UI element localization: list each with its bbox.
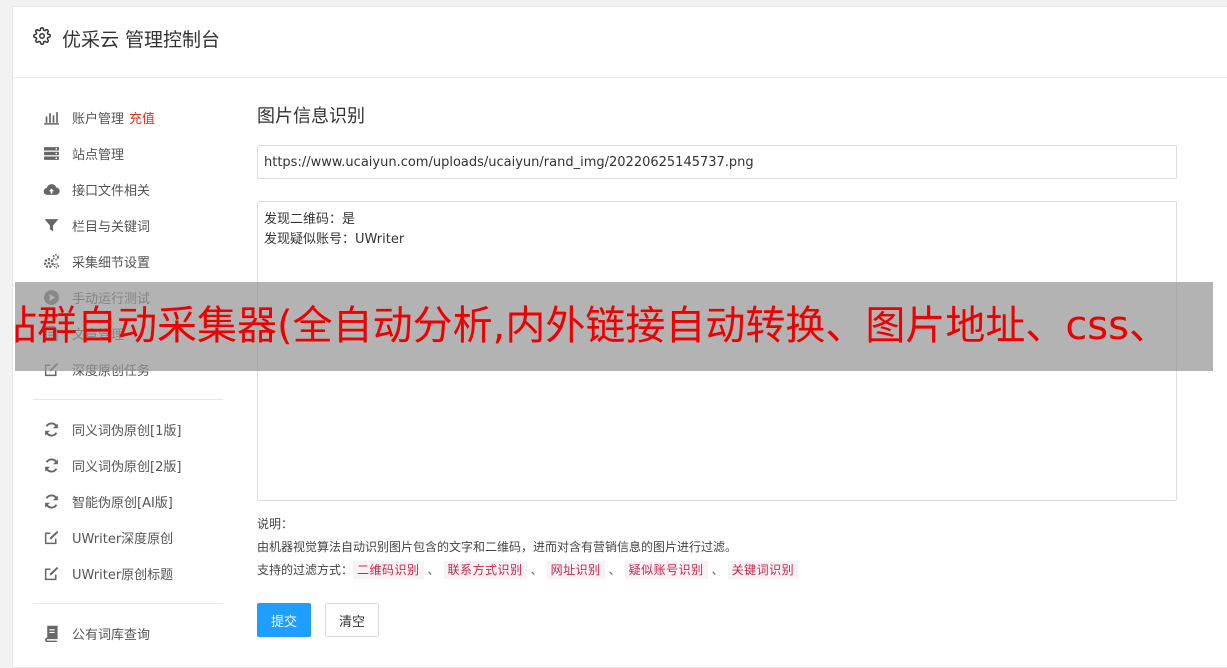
filter-tag: 疑似账号识别: [624, 561, 708, 579]
edit-icon: [43, 565, 60, 582]
sidebar-item-label: 智能伪原创[AI版]: [72, 495, 173, 511]
watermark-banner-text: 站群自动采集器(全自动分析,内外链接自动转换、图片地址、css、: [15, 303, 1169, 349]
clear-button[interactable]: 清空: [325, 603, 380, 637]
recharge-link[interactable]: 充值: [129, 108, 155, 127]
sidebar-divider: [33, 399, 223, 400]
console-header: 优采云 管理控制台: [13, 7, 1227, 78]
sidebar-divider: [33, 603, 223, 604]
tag-separator: 、: [427, 563, 440, 577]
refresh-icon: [43, 457, 60, 474]
description: 说明： 由机器视觉算法自动识别图片包含的文字和二维码，进而对含有营销信息的图片进…: [257, 513, 1177, 582]
tag-separator: 、: [530, 563, 543, 577]
cloud-upload-icon: [43, 181, 60, 198]
description-label: 说明：: [257, 517, 294, 531]
sidebar-item-label: 采集细节设置: [72, 255, 151, 271]
sidebar-item[interactable]: UWriter深度原创: [33, 519, 223, 555]
main-panel: 图片信息识别 发现二维码：是 发现疑似账号：UWriter 说明： 由机器视觉算…: [257, 105, 1177, 637]
sidebar-item-label: 站点管理: [72, 147, 125, 163]
filter-methods: 支持的过滤方式： 二维码识别、联系方式识别、网址识别、疑似账号识别、关键词识别: [257, 559, 1177, 582]
sidebar-item[interactable]: 智能伪原创[AI版]: [33, 483, 223, 519]
edit-icon: [43, 529, 60, 546]
bar-chart-icon: [43, 109, 60, 126]
filter-tag: 关键词识别: [727, 561, 799, 579]
sidebar-item-label: 同义词伪原创[2版]: [72, 459, 182, 475]
gear-icon: [33, 27, 51, 45]
sidebar-item-label: 栏目与关键词: [72, 219, 151, 235]
sidebar-item[interactable]: 栏目与关键词: [33, 207, 223, 243]
watermark-banner: 站群自动采集器(全自动分析,内外链接自动转换、图片地址、css、: [15, 282, 1213, 371]
filter-label: 支持的过滤方式：: [257, 563, 354, 577]
server-icon: [43, 145, 60, 162]
sidebar-item-label: UWriter深度原创: [72, 531, 174, 547]
sidebar-item[interactable]: 接口文件相关: [33, 171, 223, 207]
sidebar-item-label: 账户管理: [72, 111, 125, 127]
sidebar-item[interactable]: 同义词伪原创[2版]: [33, 447, 223, 483]
sidebar-item-label: 同义词伪原创[1版]: [72, 423, 182, 439]
filter-tag-list: 二维码识别、联系方式识别、网址识别、疑似账号识别、关键词识别: [353, 561, 799, 579]
filter-icon: [43, 217, 60, 234]
sidebar-item[interactable]: 采集细节设置: [33, 243, 223, 279]
sidebar-item[interactable]: 同义词伪原创[1版]: [33, 411, 223, 447]
book-icon: [43, 625, 60, 642]
sidebar-item-label: UWriter原创标题: [72, 567, 174, 583]
sidebar-item-label: 接口文件相关: [72, 183, 151, 199]
tag-separator: 、: [711, 563, 724, 577]
section-title: 图片信息识别: [257, 106, 365, 127]
description-text: 由机器视觉算法自动识别图片包含的文字和二维码，进而对含有营销信息的图片进行过滤。: [257, 540, 738, 554]
sidebar-item[interactable]: UWriter原创标题: [33, 555, 223, 591]
filter-tag: 网址识别: [546, 561, 605, 579]
sidebar-item[interactable]: 公有词库查询: [33, 615, 223, 651]
page-title: 优采云 管理控制台: [62, 29, 221, 51]
button-row: 提交 清空: [257, 603, 1177, 637]
sidebar-item[interactable]: 站点管理: [33, 135, 223, 171]
sidebar: 账户管理充值站点管理接口文件相关栏目与关键词采集细节设置手动运行测试文章管理深度…: [33, 99, 223, 651]
refresh-icon: [43, 493, 60, 510]
tag-separator: 、: [608, 563, 621, 577]
filter-tag: 联系方式识别: [443, 561, 527, 579]
image-url-input[interactable]: [257, 145, 1177, 179]
submit-button[interactable]: 提交: [257, 603, 312, 637]
refresh-icon: [43, 421, 60, 438]
sidebar-item-label: 公有词库查询: [72, 627, 151, 643]
gears-icon: [43, 253, 60, 270]
filter-tag: 二维码识别: [353, 561, 424, 579]
sidebar-item[interactable]: 账户管理 充值: [33, 99, 223, 135]
